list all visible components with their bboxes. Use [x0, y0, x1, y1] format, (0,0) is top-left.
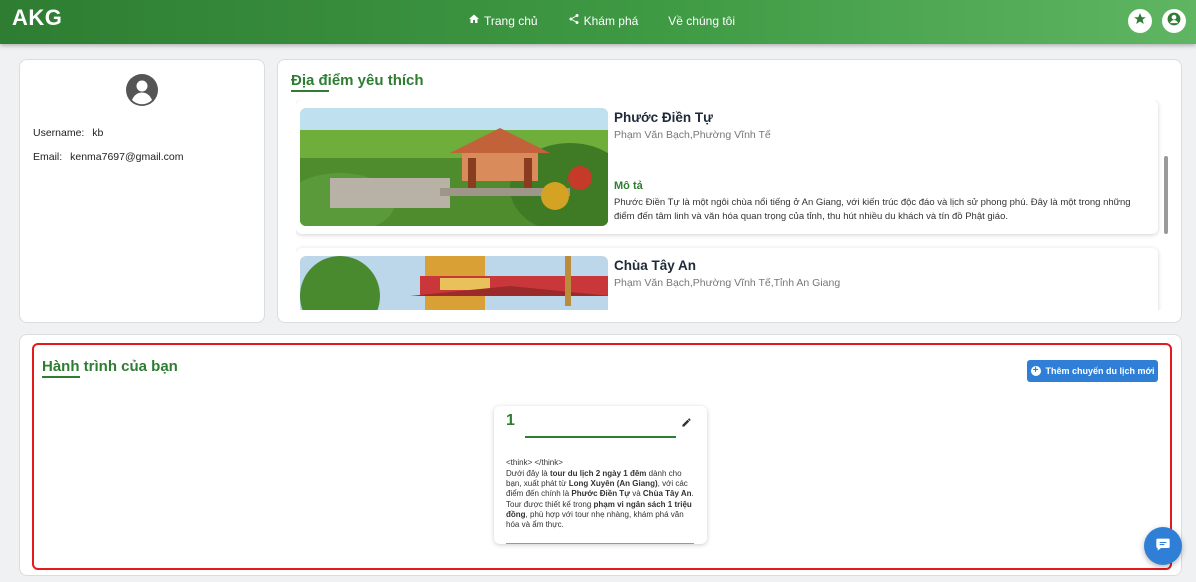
- nav-item-home[interactable]: Trang chủ: [468, 13, 538, 28]
- title-underline: [42, 376, 80, 378]
- nav-links: Trang chủ Khám phá Về chúng tôi: [468, 13, 735, 28]
- nav-item-about[interactable]: Về chúng tôi: [668, 13, 735, 28]
- trip-think-tag: <think> </think>: [506, 458, 563, 467]
- home-icon: [468, 13, 480, 28]
- edit-icon[interactable]: [681, 415, 692, 427]
- place-card[interactable]: Chùa Tây An Phạm Văn Bạch,Phường Vĩnh Tế…: [296, 248, 1158, 310]
- nav-icons: [1128, 9, 1186, 33]
- place-desc-title: Mô tả: [614, 180, 643, 192]
- title-underline: [291, 90, 329, 92]
- chat-button[interactable]: [1144, 527, 1182, 565]
- place-description: Phước Điền Tự là một ngôi chùa nổi tiếng…: [614, 197, 1131, 222]
- trips-title: Hành trình của bạn: [42, 358, 178, 378]
- trip-bottom-line: [506, 543, 694, 544]
- nav-item-explore[interactable]: Khám phá: [568, 13, 639, 28]
- add-trip-button[interactable]: + Thêm chuyến du lịch mới: [1027, 360, 1158, 382]
- place-address: Phạm Văn Bạch,Phường Vĩnh Tế: [614, 129, 771, 141]
- trip-summary: Dưới đây là tour du lịch 2 ngày 1 đêm dà…: [506, 469, 694, 530]
- email-label: Email:: [33, 151, 63, 163]
- favorites-button[interactable]: [1128, 9, 1152, 33]
- nav-item-label: Trang chủ: [484, 13, 538, 28]
- email-value: kenma7697@gmail.com: [70, 151, 184, 163]
- favorites-list[interactable]: Phước Điền Tự Phạm Văn Bạch,Phường Vĩnh …: [296, 100, 1162, 310]
- trip-card[interactable]: 1 <think> </think> Dưới đây là tour du l…: [494, 406, 707, 544]
- place-name: Chùa Tây An: [614, 258, 697, 273]
- account-button[interactable]: [1162, 9, 1186, 33]
- favorites-scrollbar[interactable]: [1164, 156, 1168, 234]
- place-name: Phước Điền Tự: [614, 110, 713, 125]
- user-avatar-icon: [126, 74, 158, 106]
- trips-title-text: Hành trình của bạn: [42, 358, 178, 375]
- chat-icon: [1155, 536, 1171, 557]
- favorites-card: Địa điểm yêu thích Phước Điền Tự Phạm Vă…: [277, 59, 1182, 323]
- star-icon: [1133, 12, 1147, 31]
- share-icon: [568, 13, 580, 28]
- username-row: Username: kb: [33, 127, 103, 139]
- username-value: kb: [92, 127, 104, 139]
- favorites-title-text: Địa điểm yêu thích: [291, 72, 424, 89]
- nav-item-label: Khám phá: [583, 13, 639, 28]
- place-image: [300, 256, 608, 310]
- place-image: [300, 108, 608, 226]
- email-row: Email: kenma7697@gmail.com: [33, 151, 184, 163]
- avatar: [126, 74, 158, 106]
- plus-circle-icon: +: [1030, 366, 1041, 376]
- app-logo[interactable]: AKG: [12, 5, 62, 31]
- top-navbar: AKG Trang chủ Khám phá Về chúng tôi: [0, 0, 1196, 44]
- favorites-title: Địa điểm yêu thích: [291, 72, 424, 92]
- trip-divider: [525, 436, 676, 438]
- username-label: Username:: [33, 127, 85, 139]
- user-icon: [1167, 12, 1181, 31]
- place-card[interactable]: Phước Điền Tự Phạm Văn Bạch,Phường Vĩnh …: [296, 100, 1158, 234]
- add-trip-label: Thêm chuyến du lịch mới: [1045, 366, 1155, 376]
- place-address: Phạm Văn Bạch,Phường Vĩnh Tế,Tỉnh An Gia…: [614, 277, 841, 289]
- nav-item-label: Về chúng tôi: [668, 13, 736, 28]
- profile-card: Username: kb Email: kenma7697@gmail.com: [19, 59, 265, 323]
- trip-number: 1: [506, 412, 515, 429]
